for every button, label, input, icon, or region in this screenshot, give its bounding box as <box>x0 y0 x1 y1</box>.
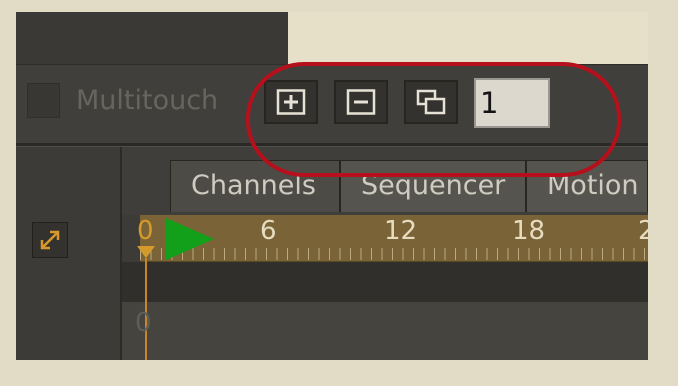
multitouch-checkbox[interactable] <box>27 83 60 118</box>
remove-frame-button[interactable] <box>334 80 388 124</box>
tab-motion[interactable]: Motion <box>526 160 648 212</box>
frame-count-input[interactable] <box>474 78 550 128</box>
top-panel <box>16 12 288 64</box>
minus-icon <box>346 89 376 115</box>
ruler-label: 6 <box>260 216 277 246</box>
timeline-body <box>122 302 648 360</box>
expand-arrows-icon <box>40 230 60 250</box>
ruler-label: 2 <box>638 216 648 246</box>
add-frame-button[interactable] <box>264 80 318 124</box>
editor-frame: Multitouch Channels Sequencer Motion 6 <box>16 12 648 360</box>
duplicate-icon <box>416 89 446 115</box>
ruler-ticks <box>140 248 648 260</box>
expand-button[interactable] <box>32 222 68 258</box>
multitouch-label: Multitouch <box>76 85 219 116</box>
duplicate-frame-button[interactable] <box>404 80 458 124</box>
tab-sequencer[interactable]: Sequencer <box>340 160 526 212</box>
current-frame-label: 0 <box>137 216 154 246</box>
ruler-label: 18 <box>512 216 546 246</box>
playhead-handle[interactable] <box>137 246 155 258</box>
tab-channels[interactable]: Channels <box>170 160 340 212</box>
ruler-label: 12 <box>384 216 418 246</box>
timeline-track <box>122 262 648 302</box>
top-cream-area <box>288 12 648 64</box>
track-row-label: 0 <box>135 308 152 338</box>
play-marker-icon[interactable] <box>166 218 214 260</box>
plus-icon <box>276 89 306 115</box>
